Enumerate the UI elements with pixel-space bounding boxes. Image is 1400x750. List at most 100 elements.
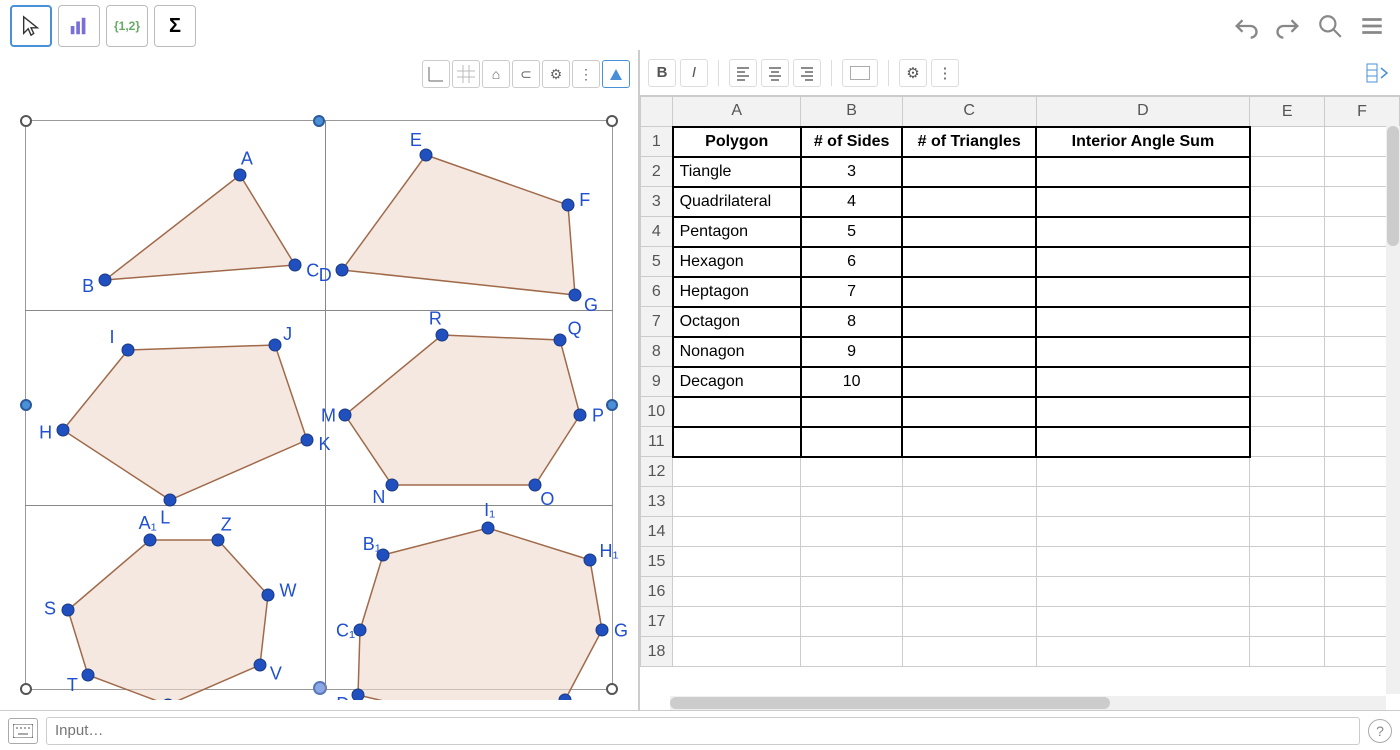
cell-D6[interactable] (1036, 277, 1250, 307)
bold-button[interactable]: B (648, 59, 676, 87)
cell-C15[interactable] (902, 547, 1036, 577)
cell-A6[interactable]: Heptagon (673, 277, 801, 307)
menu-button[interactable] (1354, 8, 1390, 44)
cell-B10[interactable] (801, 397, 903, 427)
cell-E11[interactable] (1250, 427, 1325, 457)
cell-B14[interactable] (801, 517, 903, 547)
cell-E16[interactable] (1250, 577, 1325, 607)
row-header-1[interactable]: 1 (641, 127, 673, 157)
vertex-O[interactable] (529, 479, 541, 491)
cell-C17[interactable] (902, 607, 1036, 637)
col-header-C[interactable]: C (902, 97, 1036, 127)
vertex-T[interactable] (82, 669, 94, 681)
cell-D8[interactable] (1036, 337, 1250, 367)
vertex-I1[interactable] (482, 522, 494, 534)
cell-E7[interactable] (1250, 307, 1325, 337)
home-button[interactable]: ⌂ (482, 60, 510, 88)
cell-E14[interactable] (1250, 517, 1325, 547)
cell-A10[interactable] (673, 397, 801, 427)
cell-C5[interactable] (902, 247, 1036, 277)
input-field[interactable] (46, 717, 1360, 745)
spreadsheet-grid[interactable]: ABCDEF1Polygon# of Sides# of TrianglesIn… (640, 96, 1400, 710)
corner-cell[interactable] (641, 97, 673, 127)
cell-A8[interactable]: Nonagon (673, 337, 801, 367)
cell-A9[interactable]: Decagon (673, 367, 801, 397)
undo-button[interactable] (1228, 8, 1264, 44)
cell-C14[interactable] (902, 517, 1036, 547)
cell-B17[interactable] (801, 607, 903, 637)
cell-E5[interactable] (1250, 247, 1325, 277)
cell-A13[interactable] (673, 487, 801, 517)
cell-D12[interactable] (1036, 457, 1250, 487)
cell-B12[interactable] (801, 457, 903, 487)
geo-more-button[interactable]: ⋮ (572, 60, 600, 88)
cell-C10[interactable] (902, 397, 1036, 427)
cell-E15[interactable] (1250, 547, 1325, 577)
polygon-heptagon[interactable] (68, 540, 268, 700)
cell-C6[interactable] (902, 277, 1036, 307)
row-header-16[interactable]: 16 (641, 577, 673, 607)
row-header-13[interactable]: 13 (641, 487, 673, 517)
col-header-A[interactable]: A (673, 97, 801, 127)
cell-B16[interactable] (801, 577, 903, 607)
vertex-G[interactable] (569, 289, 581, 301)
move-tool-button[interactable] (10, 5, 52, 47)
cell-A14[interactable] (673, 517, 801, 547)
cell-B2[interactable]: 3 (801, 157, 903, 187)
cell-A5[interactable]: Hexagon (673, 247, 801, 277)
cell-A17[interactable] (673, 607, 801, 637)
cell-E4[interactable] (1250, 217, 1325, 247)
row-header-17[interactable]: 17 (641, 607, 673, 637)
cell-C12[interactable] (902, 457, 1036, 487)
cell-A15[interactable] (673, 547, 801, 577)
cell-A3[interactable]: Quadrilateral (673, 187, 801, 217)
cell-C3[interactable] (902, 187, 1036, 217)
vertex-M[interactable] (339, 409, 351, 421)
row-header-5[interactable]: 5 (641, 247, 673, 277)
cell-E8[interactable] (1250, 337, 1325, 367)
align-right-button[interactable] (793, 59, 821, 87)
cell-D5[interactable] (1036, 247, 1250, 277)
col-header-D[interactable]: D (1036, 97, 1250, 127)
ss-more-button[interactable]: ⋮ (931, 59, 959, 87)
row-header-2[interactable]: 2 (641, 157, 673, 187)
cell-B18[interactable] (801, 637, 903, 667)
vertex-G1[interactable] (596, 624, 608, 636)
cell-A11[interactable] (673, 427, 801, 457)
polygon-triangle[interactable] (105, 175, 295, 280)
cell-D10[interactable] (1036, 397, 1250, 427)
cell-B9[interactable]: 10 (801, 367, 903, 397)
row-header-6[interactable]: 6 (641, 277, 673, 307)
cell-C8[interactable] (902, 337, 1036, 367)
chart-tool-button[interactable] (58, 5, 100, 47)
cell-A4[interactable]: Pentagon (673, 217, 801, 247)
vertex-A[interactable] (234, 169, 246, 181)
polygon-hexagon[interactable] (345, 335, 580, 485)
row-header-4[interactable]: 4 (641, 217, 673, 247)
cell-B6[interactable]: 7 (801, 277, 903, 307)
cell-D17[interactable] (1036, 607, 1250, 637)
row-header-12[interactable]: 12 (641, 457, 673, 487)
redo-button[interactable] (1270, 8, 1306, 44)
keyboard-button[interactable] (8, 718, 38, 744)
vertex-R[interactable] (436, 329, 448, 341)
cell-D3[interactable] (1036, 187, 1250, 217)
fill-color-button[interactable] (842, 59, 878, 87)
ss-settings-button[interactable]: ⚙ (899, 59, 927, 87)
align-left-button[interactable] (729, 59, 757, 87)
geometry-canvas[interactable]: ABCEDFGIJHKLRQMPNOA₁ZSWTVUI₁B₁H₁C₁G₁D₁F₁… (10, 100, 628, 700)
cell-A2[interactable]: Tiangle (673, 157, 801, 187)
vertex-C1[interactable] (354, 624, 366, 636)
cell-E3[interactable] (1250, 187, 1325, 217)
cell-E6[interactable] (1250, 277, 1325, 307)
cell-A18[interactable] (673, 637, 801, 667)
vertex-Z[interactable] (212, 534, 224, 546)
polygon-octagon[interactable] (358, 528, 602, 700)
cell-D11[interactable] (1036, 427, 1250, 457)
cell-C18[interactable] (902, 637, 1036, 667)
vertex-H1[interactable] (584, 554, 596, 566)
row-header-14[interactable]: 14 (641, 517, 673, 547)
cell-E18[interactable] (1250, 637, 1325, 667)
row-header-9[interactable]: 9 (641, 367, 673, 397)
scrollbar-vertical[interactable] (1386, 126, 1400, 694)
